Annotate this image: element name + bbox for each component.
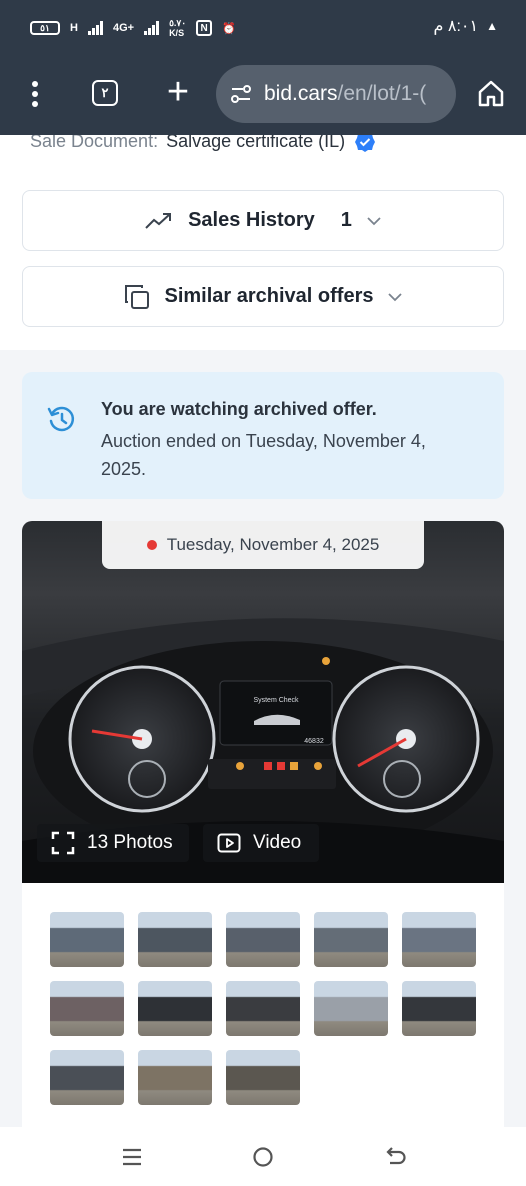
video-button[interactable]: Video bbox=[203, 824, 319, 862]
similar-offers-label: Similar archival offers bbox=[164, 285, 374, 307]
thumbnail-engine-bay[interactable] bbox=[50, 1050, 124, 1105]
sales-history-count: 1 bbox=[340, 209, 352, 231]
status-bar: ٥١ H 4G+ ٥.٧٠ K/S N ⏰ ٨:٠١ م ▲ bbox=[0, 0, 526, 58]
sales-history-toggle[interactable]: Sales History 1 bbox=[22, 190, 504, 251]
sales-history-label: Sales History bbox=[188, 209, 315, 231]
chevron-down-icon bbox=[388, 292, 403, 301]
signal-icon-2 bbox=[144, 21, 160, 35]
history-icon bbox=[47, 406, 75, 432]
network-type-1: H bbox=[70, 22, 78, 34]
signal-icon bbox=[87, 21, 103, 35]
url-path: /en/lot/1-( bbox=[337, 82, 427, 105]
thumbnail-broken-part[interactable] bbox=[138, 1050, 212, 1105]
photos-label: 13 Photos bbox=[87, 832, 173, 853]
sale-document-value: Salvage certificate (IL) bbox=[166, 135, 346, 151]
auction-date: Tuesday, November 4, 2025 bbox=[166, 535, 380, 554]
verified-icon bbox=[355, 135, 376, 153]
archived-notice: You are watching archived offer. Auction… bbox=[22, 372, 504, 499]
home-nav-icon[interactable] bbox=[251, 1145, 275, 1169]
thumbnail-side-view[interactable] bbox=[314, 912, 388, 967]
date-badge: Tuesday, November 4, 2025 bbox=[102, 521, 424, 569]
thumbnail-left-side-view[interactable] bbox=[138, 912, 212, 967]
url-domain: bid.cars bbox=[264, 82, 338, 105]
thumbnail-vin-label[interactable] bbox=[226, 1050, 300, 1105]
sale-document-label: Sale Document: bbox=[30, 135, 159, 151]
new-tab-button[interactable]: + bbox=[160, 70, 196, 114]
video-label: Video bbox=[253, 832, 302, 853]
thumbnail-rear-seats[interactable] bbox=[402, 981, 476, 1036]
details-panel: Sale Document: Salvage certificate (IL) S… bbox=[0, 135, 526, 350]
alarm-icon: ⏰ bbox=[222, 22, 236, 35]
trending-up-icon bbox=[145, 212, 172, 229]
thumbnail-interior-front[interactable] bbox=[138, 981, 212, 1036]
main-photo[interactable]: System Check 46832 Tuesday, November 4, … bbox=[22, 521, 504, 883]
battery-icon: ٥١ bbox=[30, 21, 60, 35]
tab-count: ٢ bbox=[101, 85, 109, 100]
chevron-down-icon bbox=[367, 216, 381, 225]
thumbnail-damaged-front[interactable] bbox=[50, 981, 124, 1036]
url-bar[interactable]: bid.cars/en/lot/1-( bbox=[216, 65, 456, 123]
network-type-2: 4G+ bbox=[112, 22, 135, 34]
copy-icon bbox=[124, 284, 149, 309]
page-content: Sale Document: Salvage certificate (IL) S… bbox=[0, 135, 526, 1127]
notification-icon: ▲ bbox=[486, 19, 498, 33]
site-settings-icon[interactable] bbox=[230, 83, 252, 105]
sale-document-row: Sale Document: Salvage certificate (IL) bbox=[30, 135, 376, 153]
battery-level: ٥١ bbox=[40, 22, 50, 33]
thumbnail-front-view[interactable] bbox=[402, 912, 476, 967]
notice-text: Auction ended on Tuesday, November 4, 20… bbox=[101, 431, 426, 479]
speed-value: ٥.٧٠ bbox=[169, 18, 187, 28]
tabs-button[interactable]: ٢ bbox=[92, 80, 118, 106]
time: ٨:٠١ م bbox=[433, 18, 479, 35]
dash-display-title: System Check bbox=[253, 697, 299, 704]
system-nav-bar bbox=[0, 1127, 526, 1186]
photo-gallery: System Check 46832 Tuesday, November 4, … bbox=[22, 521, 504, 1127]
nfc-icon: N bbox=[196, 20, 213, 36]
top-bar: ٥١ H 4G+ ٥.٧٠ K/S N ⏰ ٨:٠١ م ▲ ٢ + bid.c… bbox=[0, 0, 526, 135]
notice-title: You are watching archived offer. bbox=[101, 399, 377, 419]
photos-button[interactable]: 13 Photos bbox=[37, 824, 189, 862]
recent-apps-icon[interactable] bbox=[120, 1145, 144, 1169]
thumbnail-instrument-cluster[interactable] bbox=[314, 981, 388, 1036]
fullscreen-icon bbox=[51, 831, 75, 855]
speed-unit: K/S bbox=[169, 28, 185, 38]
status-dot-icon bbox=[146, 540, 157, 550]
menu-icon[interactable] bbox=[24, 78, 46, 114]
thumbnail-front-left-view[interactable] bbox=[50, 912, 124, 967]
thumbnail-rear-view[interactable] bbox=[226, 912, 300, 967]
browser-toolbar: ٢ + bid.cars/en/lot/1-( bbox=[0, 58, 526, 135]
home-icon[interactable] bbox=[476, 78, 506, 108]
back-icon[interactable] bbox=[382, 1145, 406, 1169]
odometer: 46832 bbox=[304, 738, 324, 745]
thumbnail-interior-console[interactable] bbox=[226, 981, 300, 1036]
similar-offers-toggle[interactable]: Similar archival offers bbox=[22, 266, 504, 327]
play-icon bbox=[217, 833, 241, 853]
